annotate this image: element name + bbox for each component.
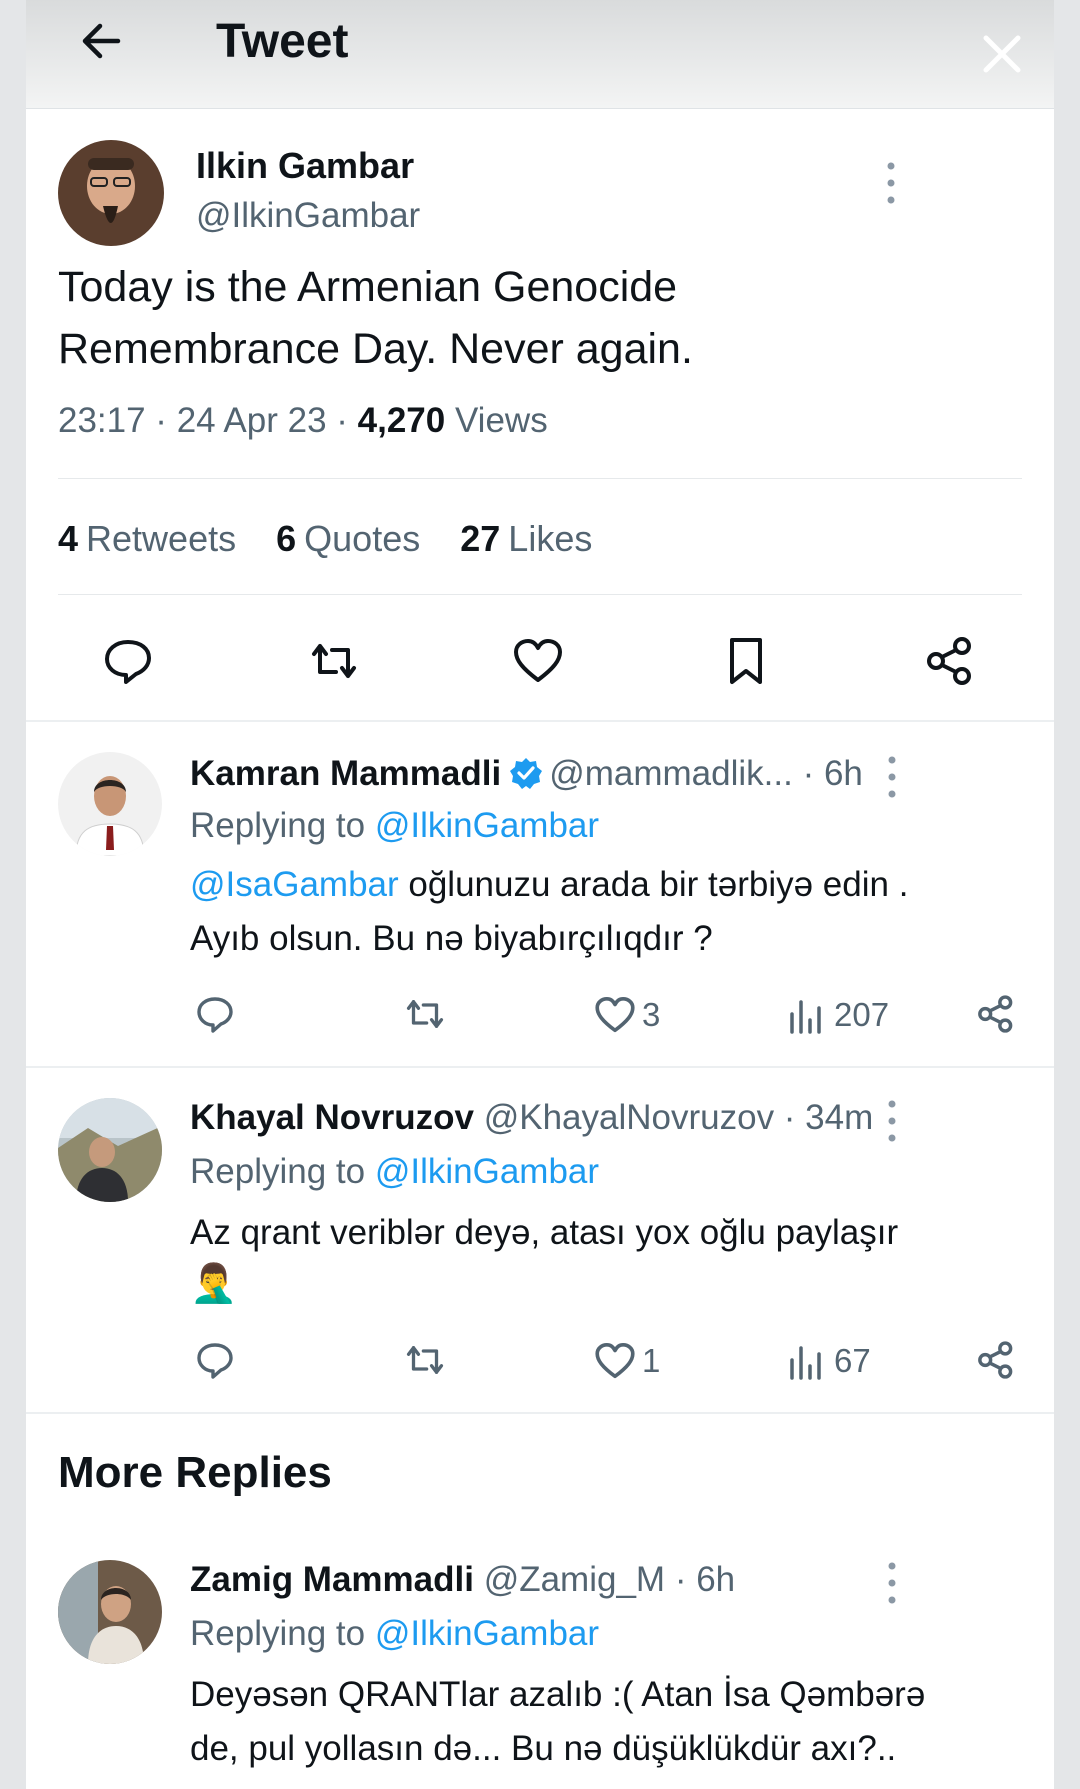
reply-time: · 6h [665, 1560, 736, 1599]
views-icon[interactable] [788, 1342, 822, 1380]
reply-time: · 34m [774, 1098, 874, 1137]
mention-link[interactable]: @IsaGambar [190, 865, 399, 904]
heart-icon[interactable] [594, 1342, 636, 1380]
reply-icon[interactable] [194, 994, 236, 1036]
more-vertical-icon[interactable] [880, 1560, 904, 1606]
top-bar: Tweet [26, 0, 1054, 109]
divider [26, 1066, 1054, 1068]
bookmark-icon[interactable] [726, 636, 766, 686]
reply-icon[interactable] [102, 636, 154, 686]
divider [26, 1412, 1054, 1414]
retweets-label: Retweets [86, 518, 237, 559]
tweet-stats: 4 Retweets 6 Quotes 27 Likes [58, 518, 622, 560]
verified-badge-icon [510, 758, 543, 789]
reply-header: Kamran Mammadli @mammadlik... · 6h [190, 754, 863, 794]
reply-author-name[interactable]: Kamran Mammadli [190, 754, 501, 793]
close-icon[interactable] [980, 32, 1024, 76]
reply-author-handle[interactable]: @Zamig_M [484, 1560, 665, 1599]
views-count: 67 [834, 1342, 871, 1379]
reply-time: · 6h [792, 754, 863, 793]
reply-avatar[interactable] [58, 752, 162, 856]
replying-to-link[interactable]: @IlkinGambar [375, 1152, 599, 1191]
views-count: 4,270 [357, 401, 446, 440]
quotes-count: 6 [276, 518, 297, 559]
likes-stat[interactable]: 27 Likes [460, 518, 592, 559]
tweet-text-line: Remembrance Day. Never again. [58, 325, 693, 373]
replying-to-link[interactable]: @IlkinGambar [375, 1614, 599, 1653]
retweet-icon[interactable] [306, 638, 362, 684]
page-title: Tweet [216, 15, 349, 68]
reply-avatar[interactable] [58, 1560, 162, 1664]
views-count: 207 [834, 996, 890, 1033]
likes-label: Likes [508, 518, 593, 559]
quotes-stat[interactable]: 6 Quotes [276, 518, 420, 559]
divider [58, 594, 1022, 595]
heart-icon[interactable] [594, 996, 636, 1034]
reply-icon[interactable] [194, 1340, 236, 1382]
share-icon[interactable] [976, 994, 1016, 1034]
reply-author-handle[interactable]: @mammadlik... [549, 754, 793, 793]
share-icon[interactable] [924, 636, 976, 686]
replying-prefix: Replying to [190, 806, 375, 845]
views-icon[interactable] [788, 996, 822, 1034]
tweet-text: Today is the Armenian Genocide Remembran… [58, 256, 958, 380]
author-name[interactable]: Ilkin Gambar [196, 145, 414, 187]
reply-avatar[interactable] [58, 1098, 162, 1202]
replying-to: Replying to @IlkinGambar [190, 1152, 599, 1192]
replying-to: Replying to @IlkinGambar [190, 1614, 599, 1654]
tweet-detail-screen: Tweet Ilkin Gambar @IlkinGambar Today is… [26, 0, 1054, 1789]
views-label: Views [445, 401, 548, 440]
more-vertical-icon[interactable] [880, 1098, 904, 1144]
reply-text-line: @IsaGambar oğlunuzu arada bir tərbiyə ed… [190, 858, 1040, 912]
quotes-label: Quotes [304, 518, 421, 559]
reply-author-name[interactable]: Zamig Mammadli [190, 1560, 474, 1599]
reply-author-handle[interactable]: @KhayalNovruzov [484, 1098, 774, 1137]
author-handle[interactable]: @IlkinGambar [196, 196, 420, 236]
reply-author-name[interactable]: Khayal Novruzov [190, 1098, 474, 1137]
tweet-text-line: Today is the Armenian Genocide [58, 263, 678, 311]
more-vertical-icon[interactable] [880, 754, 904, 800]
reply-text-line: Ayıb olsun. Bu nə biyabırçılıqdır ? [190, 919, 713, 958]
replying-to-link[interactable]: @IlkinGambar [375, 806, 599, 845]
facepalm-emoji: 🤦‍♂️ [190, 1263, 238, 1305]
reply-header: Zamig Mammadli @Zamig_M · 6h [190, 1560, 735, 1600]
arrow-left-icon[interactable] [74, 14, 128, 68]
divider [26, 720, 1054, 722]
reply-header: Khayal Novruzov @KhayalNovruzov · 34m [190, 1098, 873, 1138]
likes-count: 27 [460, 518, 501, 559]
reply-text: Deyəsən QRANTlar azalıb :( Atan İsa Qəmb… [190, 1668, 1040, 1776]
replying-prefix: Replying to [190, 1152, 375, 1191]
retweets-count: 4 [58, 518, 79, 559]
tweet-timestamp: 23:17 · 24 Apr 23 · [58, 401, 358, 440]
reply-text-line: Deyəsən QRANTlar azalıb :( Atan İsa Qəmb… [190, 1675, 926, 1714]
reply-text: Az qrant veriblər deyə, atası yox oğlu p… [190, 1206, 1040, 1260]
reply-text-line: de, pul yollasın də... Bu nə düşüklükdür… [190, 1729, 897, 1768]
reply-text-segment: oğlunuzu arada bir tərbiyə edin . [398, 865, 909, 904]
retweet-icon[interactable] [402, 1341, 448, 1379]
retweets-stat[interactable]: 4 Retweets [58, 518, 236, 559]
share-icon[interactable] [976, 1340, 1016, 1380]
like-count: 1 [642, 1342, 661, 1379]
retweet-icon[interactable] [402, 995, 448, 1033]
more-replies-heading: More Replies [58, 1448, 332, 1497]
heart-icon[interactable] [512, 638, 564, 684]
divider [58, 478, 1022, 479]
author-avatar[interactable] [58, 140, 164, 246]
replying-to: Replying to @IlkinGambar [190, 806, 599, 846]
replying-prefix: Replying to [190, 1614, 375, 1653]
reply-text-line: Az qrant veriblər deyə, atası yox oğlu p… [190, 1213, 899, 1252]
tweet-meta: 23:17 · 24 Apr 23 · 4,270 Views [58, 401, 548, 441]
like-count: 3 [642, 996, 661, 1033]
more-vertical-icon[interactable] [879, 160, 903, 206]
reply-text: @IsaGambar oğlunuzu arada bir tərbiyə ed… [190, 858, 1040, 966]
